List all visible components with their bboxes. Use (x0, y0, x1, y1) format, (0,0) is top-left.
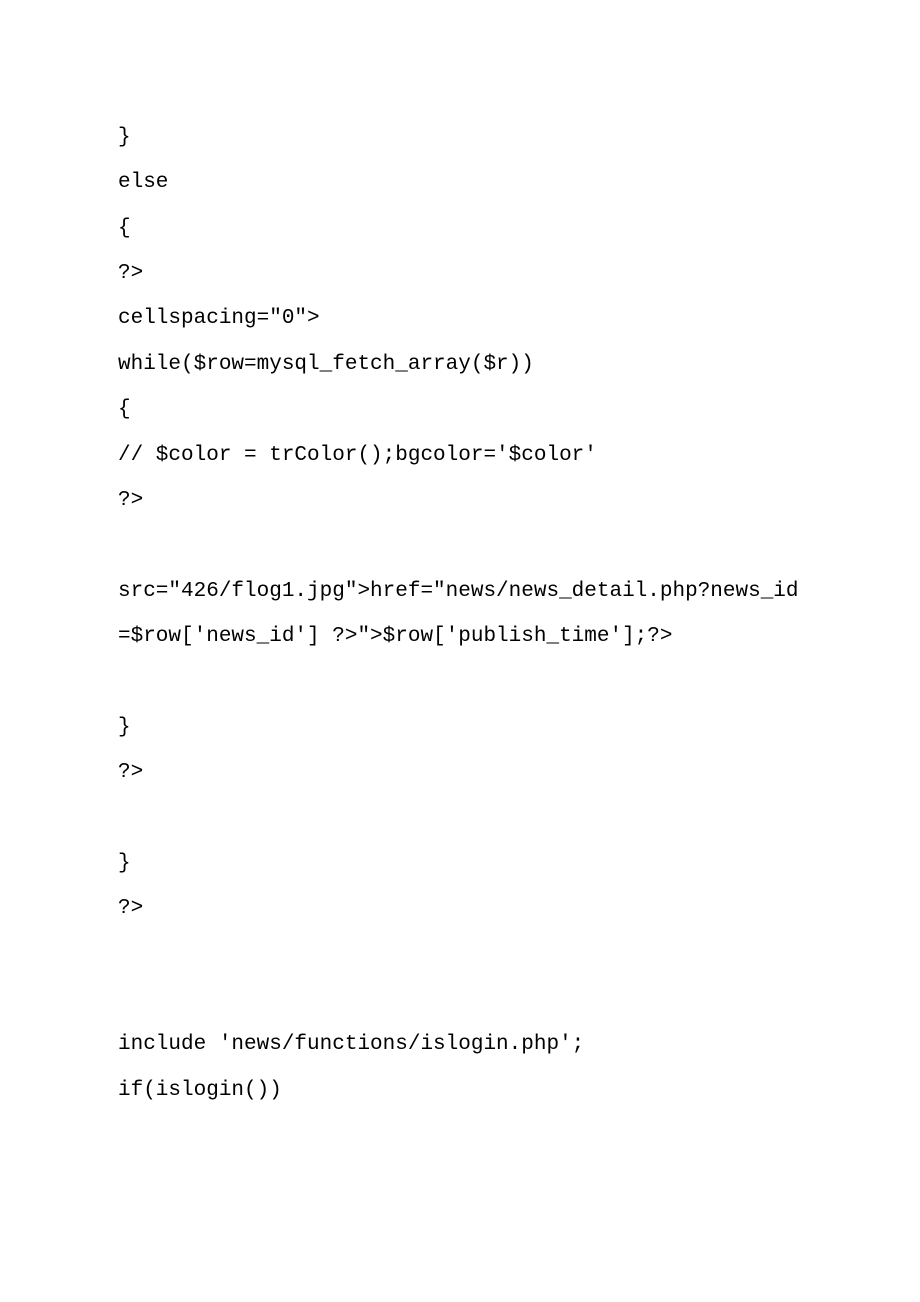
document-page: } else { ?> cellspacing="0"> while($row=… (0, 0, 920, 1302)
